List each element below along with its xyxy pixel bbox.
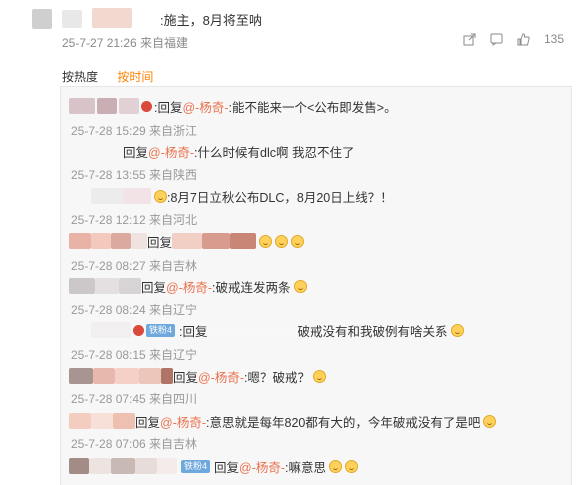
blurred-username [119, 278, 141, 294]
tab-sort-hot[interactable]: 按热度 [62, 70, 98, 84]
blurred-username [111, 458, 135, 474]
comment-actions: 135 [463, 32, 564, 46]
reply-prefix: :回复 [154, 100, 183, 115]
blurred-username [91, 413, 113, 429]
blurred-username [97, 98, 117, 114]
emoji-icon [483, 414, 497, 428]
reply-text: :能不能来一个<公布即发售>。 [228, 100, 397, 115]
reply-meta: 25-7-28 07:45 来自四川 [71, 392, 198, 406]
sort-tabs: 按热度 按时间 [62, 68, 169, 85]
share-icon[interactable] [463, 33, 476, 46]
fan-badge: 铁粉4 [181, 459, 211, 473]
emoji-icon [450, 323, 464, 337]
user-badge-icon [141, 100, 152, 112]
emoji-icon [291, 234, 305, 248]
reply-prefix: :回复 [179, 324, 208, 339]
blurred-username [161, 368, 173, 384]
reply-prefix: 回复 [141, 280, 167, 295]
top-comment: :施主，8月将至呐 25-7-27 21:26 来自福建 135 [0, 0, 584, 62]
emoji-icon [154, 189, 167, 203]
reply-meta: 25-7-28 08:15 来自辽宁 [71, 348, 198, 362]
blurred-username [135, 458, 157, 474]
top-comment-text: :施主，8月将至呐 [160, 13, 262, 28]
reply-prefix: 回复 [214, 460, 240, 475]
tab-sort-time[interactable]: 按时间 [117, 70, 153, 84]
reply-line: 回复 @-杨奇- :什么时候有dlc啊 我忍不住了 [123, 142, 354, 160]
like-count: 135 [543, 32, 564, 46]
reply-meta: 25-7-28 08:24 来自辽宁 [71, 303, 198, 317]
reply-text: :8月7日立秋公布DLC，8月20日上线？！ [167, 190, 393, 205]
blurred-username [92, 8, 132, 28]
replies-panel: :回复 @-杨奇- :能不能来一个<公布即发售>。 25-7-28 15:29 … [60, 86, 572, 485]
blurred-username [207, 322, 298, 338]
reply-text: :什么时候有dlc啊 我忍不住了 [194, 145, 355, 160]
blurred-username [62, 10, 82, 28]
blurred-username [69, 98, 95, 114]
blurred-username [69, 368, 93, 384]
blurred-username [157, 458, 177, 474]
mention-link[interactable]: @-杨奇- [166, 277, 212, 296]
user-badge-icon [133, 324, 144, 336]
reply-prefix: 回复 [123, 145, 149, 160]
blurred-username [69, 278, 95, 294]
reply-line: :8月7日立秋公布DLC，8月20日上线？！ [91, 187, 393, 205]
crying-emoji-icon [345, 459, 359, 473]
blurred-username [119, 98, 139, 114]
blurred-username [91, 322, 131, 338]
avatar[interactable] [32, 9, 52, 29]
comment-icon[interactable] [490, 33, 503, 46]
mention-link[interactable]: @-杨奇- [198, 367, 244, 386]
blurred-username [230, 233, 257, 249]
reply-text: :意思就是每年820都有大的，今年破戒没有了是吧 [206, 415, 481, 430]
reply-line: 回复 @-杨奇- :意思就是每年820都有大的，今年破戒没有了是吧 [69, 412, 497, 431]
blurred-username [69, 233, 91, 249]
blurred-username [111, 233, 131, 249]
crying-emoji-icon [329, 459, 343, 473]
reply-line: 回复 [69, 232, 305, 250]
blurred-username [69, 413, 91, 429]
reply-meta: 25-7-28 08:27 来自吉林 [71, 259, 198, 273]
reply-text: 破戒没有和我破例有啥关系 [297, 324, 448, 339]
reply-line: 回复 @-杨奇- :嗯？破戒？ [69, 367, 327, 386]
reply-line: 铁粉4 :回复 破戒没有和我破例有啥关系 [91, 321, 464, 339]
blurred-username [89, 458, 111, 474]
mention-link[interactable]: @-杨奇- [160, 412, 206, 431]
reply-meta: 25-7-28 07:06 来自吉林 [71, 437, 198, 451]
reply-text: :嗯？破戒？ [244, 370, 311, 385]
blurred-username [172, 233, 203, 249]
blurred-username [91, 233, 111, 249]
blurred-username [202, 233, 231, 249]
reply-meta: 25-7-28 12:12 来自河北 [71, 213, 198, 227]
reply-text: :破戒连发两条 [212, 280, 291, 295]
thumbs-up-emoji-icon [293, 279, 307, 293]
reply-meta: 25-7-28 15:29 来自浙江 [71, 124, 198, 138]
blurred-username [123, 188, 151, 204]
mention-link[interactable]: @-杨奇- [148, 142, 194, 161]
top-comment-meta: 25-7-27 21:26 来自福建 [62, 36, 189, 50]
reply-prefix: 回复 [147, 235, 173, 250]
blurred-username [69, 458, 89, 474]
emoji-icon [259, 234, 273, 248]
blurred-username [93, 368, 115, 384]
blurred-username [95, 278, 119, 294]
reply-line: 回复 @-杨奇- :破戒连发两条 [69, 277, 307, 295]
mention-link[interactable]: @-杨奇- [182, 97, 228, 116]
blurred-username [113, 413, 135, 429]
reply-prefix: 回复 [135, 415, 161, 430]
blurred-username [139, 368, 161, 384]
reply-line: 铁粉4 回复 @-杨奇- :嘛意思 [69, 457, 359, 476]
like-icon[interactable] [517, 32, 530, 46]
blurred-username [115, 368, 139, 384]
mention-link[interactable]: @-杨奇- [239, 457, 285, 476]
reply-line: :回复 @-杨奇- :能不能来一个<公布即发售>。 [69, 97, 397, 115]
fan-badge: 铁粉4 [146, 323, 176, 337]
emoji-icon [313, 369, 327, 383]
reply-prefix: 回复 [173, 370, 199, 385]
blurred-username [91, 188, 123, 204]
blurred-username [131, 233, 147, 249]
reply-meta: 25-7-28 13:55 来自陕西 [71, 168, 198, 182]
emoji-icon [275, 234, 289, 248]
reply-text: :嘛意思 [285, 460, 327, 475]
